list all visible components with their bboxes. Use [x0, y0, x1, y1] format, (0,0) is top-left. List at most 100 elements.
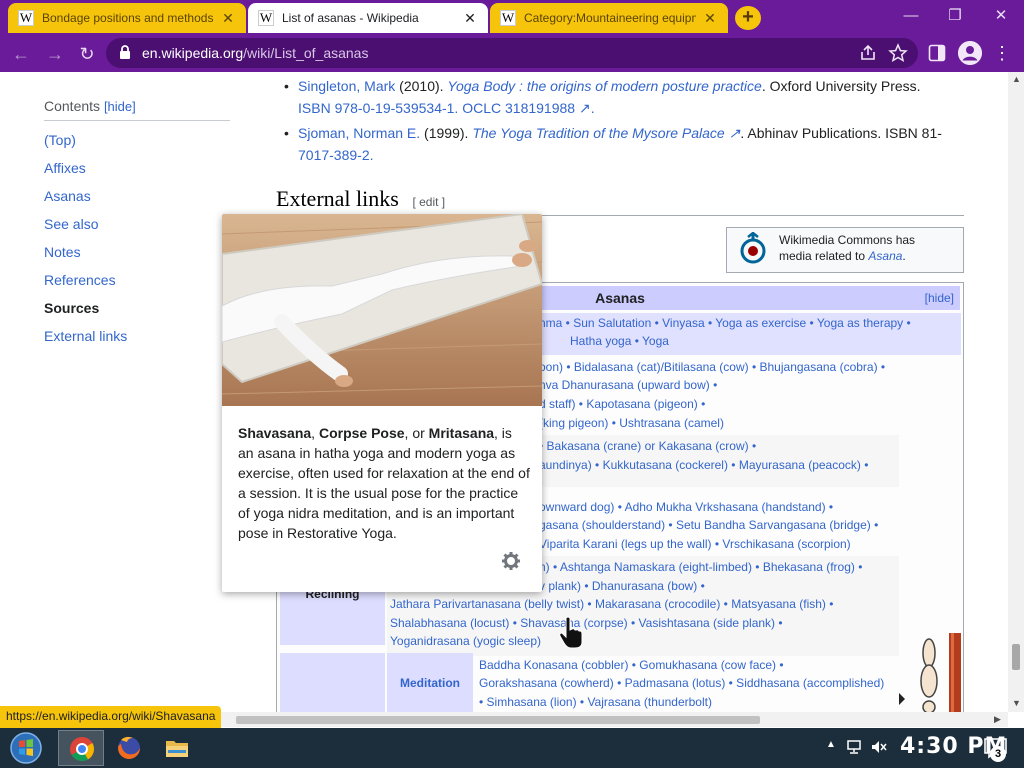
taskbar-firefox[interactable]	[106, 730, 152, 766]
navbox-row[interactable]: • Simhasana (lion) • Vajrasana (thunderb…	[479, 693, 712, 712]
toc-item-see-also[interactable]: See also	[44, 216, 230, 233]
page-preview-popup[interactable]: Shavasana, Corpse Pose, or Mritasana, is…	[222, 214, 542, 592]
lock-icon[interactable]	[118, 44, 132, 60]
scrollbar-thumb[interactable]	[236, 716, 760, 724]
scroll-up-icon[interactable]: ▲	[1012, 74, 1021, 84]
isbn-oclc-link[interactable]: ISBN 978-0-19-539534-1. OCLC 318191988 ↗…	[298, 100, 595, 116]
windows-start-icon[interactable]	[6, 730, 46, 766]
group-meditation[interactable]: Meditation	[387, 653, 473, 712]
hand-pointer-cursor-icon	[559, 616, 583, 649]
asana-illustration-image	[899, 633, 961, 712]
toc-hide-link[interactable]: [hide]	[104, 99, 136, 114]
profile-avatar-icon[interactable]	[958, 41, 982, 65]
navbox-row[interactable]: Shalabhasana (locust) • Shavasana (corps…	[390, 614, 783, 633]
source-citation: Sjoman, Norman E. (1999). The Yoga Tradi…	[286, 122, 946, 166]
preview-summary: Shavasana, Corpse Pose, or Mritasana, is…	[238, 423, 530, 543]
toc-item-external-links[interactable]: External links	[44, 328, 230, 345]
wikipedia-favicon-icon: W	[18, 10, 34, 26]
navbox-row[interactable]: n) • Ashtanga Namaskara (eight-limbed) •…	[539, 558, 862, 577]
preview-term: Shavasana	[238, 425, 312, 441]
navbox-row[interactable]: oon) • Bidalasana (cat)/Bitilasana (cow)…	[539, 358, 885, 377]
navbox-row[interactable]: Baddha Konasana (cobbler) • Gomukhasana …	[479, 656, 784, 675]
book-title-link[interactable]: The Yoga Tradition of the Mysore Palace …	[472, 125, 740, 141]
edit-section-link[interactable]: [ edit ]	[412, 195, 445, 209]
side-panel-icon[interactable]	[928, 44, 946, 62]
commons-asana-link[interactable]: Asana	[868, 249, 902, 263]
browser-toolbar: ← → ↻ en.wikipedia.org/wiki/List_of_asan…	[0, 35, 1024, 72]
citation-publisher: . Abhinav Publications. ISBN 81-	[740, 125, 942, 141]
toc-item-sources[interactable]: Sources	[44, 300, 230, 317]
chrome-icon	[70, 737, 95, 762]
restore-button[interactable]: ❐	[940, 4, 970, 28]
navbox-row[interactable]: gasana (shoulderstand) • Setu Bandha Sar…	[539, 516, 878, 535]
scrollbar-thumb[interactable]	[1012, 644, 1020, 670]
toc-item-affixes[interactable]: Affixes	[44, 160, 230, 177]
citation-publisher: . Oxford University Press.	[761, 78, 921, 94]
author-link[interactable]: Singleton, Mark	[298, 78, 395, 94]
navbox-hide-link[interactable]: [hide]	[925, 286, 954, 310]
toc-item-top[interactable]: (Top)	[44, 132, 230, 149]
navbox-row[interactable]: nva Dhanurasana (upward bow) •	[539, 376, 717, 395]
toc-title: Contents	[44, 98, 101, 114]
section-title: External links	[276, 186, 399, 211]
period: .	[902, 249, 906, 263]
navbox-title-text: Asanas	[595, 290, 645, 306]
tab-list-of-asanas[interactable]: W List of asanas - Wikipedia ✕	[248, 3, 488, 33]
source-item: • Sjoman, Norman E. (1999). The Yoga Tra…	[284, 122, 946, 166]
forward-button[interactable]: →	[42, 41, 68, 67]
show-hidden-icons-button[interactable]: ▲	[826, 739, 836, 750]
author-link[interactable]: Sjoman, Norman E.	[298, 125, 420, 141]
scroll-right-icon[interactable]: ▶	[994, 714, 1001, 725]
back-button[interactable]: ←	[8, 41, 34, 67]
navbox-row[interactable]: nma • Sun Salutation • Vinyasa • Yoga as…	[539, 314, 911, 333]
wikipedia-favicon-icon: W	[258, 10, 274, 26]
navbox-row[interactable]: Yoganidrasana (yogic sleep)	[390, 632, 541, 651]
book-title-link[interactable]: Yoga Body : the origins of modern postur…	[447, 78, 761, 94]
toc-item-notes[interactable]: Notes	[44, 244, 230, 261]
navbox-row[interactable]: Gorakshasana (cowherd) • Padmasana (lotu…	[479, 674, 884, 693]
address-bar[interactable]: en.wikipedia.org/wiki/List_of_asanas	[106, 38, 918, 68]
navbox-row[interactable]: (king pigeon) • Ushtrasana (camel)	[539, 414, 724, 433]
taskbar-file-explorer[interactable]	[154, 730, 200, 766]
wikipedia-page: Contents [hide] (Top) Affixes Asanas See…	[0, 72, 1008, 712]
toc-item-asanas[interactable]: Asanas	[44, 188, 230, 205]
browser-title-bar: W Bondage positions and methods ✕ W List…	[0, 0, 1024, 35]
navbox-row[interactable]: • Bakasana (crane) or Kakasana (crow) •	[539, 437, 756, 456]
preview-settings-gear-icon[interactable]	[501, 551, 521, 571]
tab-bondage-positions[interactable]: W Bondage positions and methods ✕	[8, 3, 246, 33]
bullet: •	[284, 125, 289, 141]
close-tab-icon[interactable]: ✕	[220, 10, 236, 27]
share-icon[interactable]	[858, 43, 878, 63]
url-text[interactable]: en.wikipedia.org/wiki/List_of_asanas	[142, 45, 368, 61]
commons-line2: media related to	[779, 249, 869, 263]
close-tab-icon[interactable]: ✕	[702, 10, 718, 27]
toc-heading: Contents [hide]	[44, 98, 230, 121]
navbox-row[interactable]: v plank) • Dhanurasana (bow) •	[539, 577, 705, 596]
new-tab-button[interactable]: +	[735, 6, 761, 30]
tab-mountaineering-equipment[interactable]: W Category:Mountaineering equipment ✕	[490, 3, 728, 33]
minimize-button[interactable]: —	[896, 4, 926, 28]
close-window-button[interactable]: ✕	[986, 4, 1016, 28]
volume-muted-icon[interactable]	[870, 739, 888, 755]
toc-item-references[interactable]: References	[44, 272, 230, 289]
navbox-row[interactable]: d staff) • Kapotasana (pigeon) •	[539, 395, 705, 414]
taskbar-chrome[interactable]	[58, 730, 104, 766]
navbox-row[interactable]: Hatha yoga • Yoga	[570, 332, 669, 351]
navbox-row[interactable]: Jathara Parivartanasana (belly twist) • …	[390, 595, 833, 614]
preview-text: , is an asana in hatha yoga and modern y…	[238, 425, 530, 541]
status-bar-url: https://en.wikipedia.org/wiki/Shavasana	[0, 706, 222, 728]
navbox-row[interactable]: Viparita Karani (legs up the wall) • Vrs…	[539, 535, 851, 554]
reload-button[interactable]: ↻	[74, 41, 100, 67]
commons-box: Wikimedia Commons has media related to A…	[726, 227, 964, 273]
browser-menu-button[interactable]: ⋮	[993, 41, 1011, 65]
bookmark-star-icon[interactable]	[888, 43, 908, 63]
navbox-row[interactable]: ownward dog) • Adho Mukha Vrkshasana (ha…	[539, 498, 833, 517]
vertical-scrollbar[interactable]: ▲ ▼	[1008, 72, 1024, 712]
navbox-row[interactable]: aundinya) • Kukkutasana (cockerel) • May…	[539, 456, 868, 475]
close-tab-icon[interactable]: ✕	[462, 10, 478, 27]
network-icon[interactable]	[846, 739, 864, 755]
shavasana-photo-image[interactable]	[222, 214, 542, 406]
scroll-down-icon[interactable]: ▼	[1012, 698, 1021, 708]
isbn-link[interactable]: 7017-389-2.	[298, 147, 374, 163]
bullet: •	[284, 78, 289, 94]
